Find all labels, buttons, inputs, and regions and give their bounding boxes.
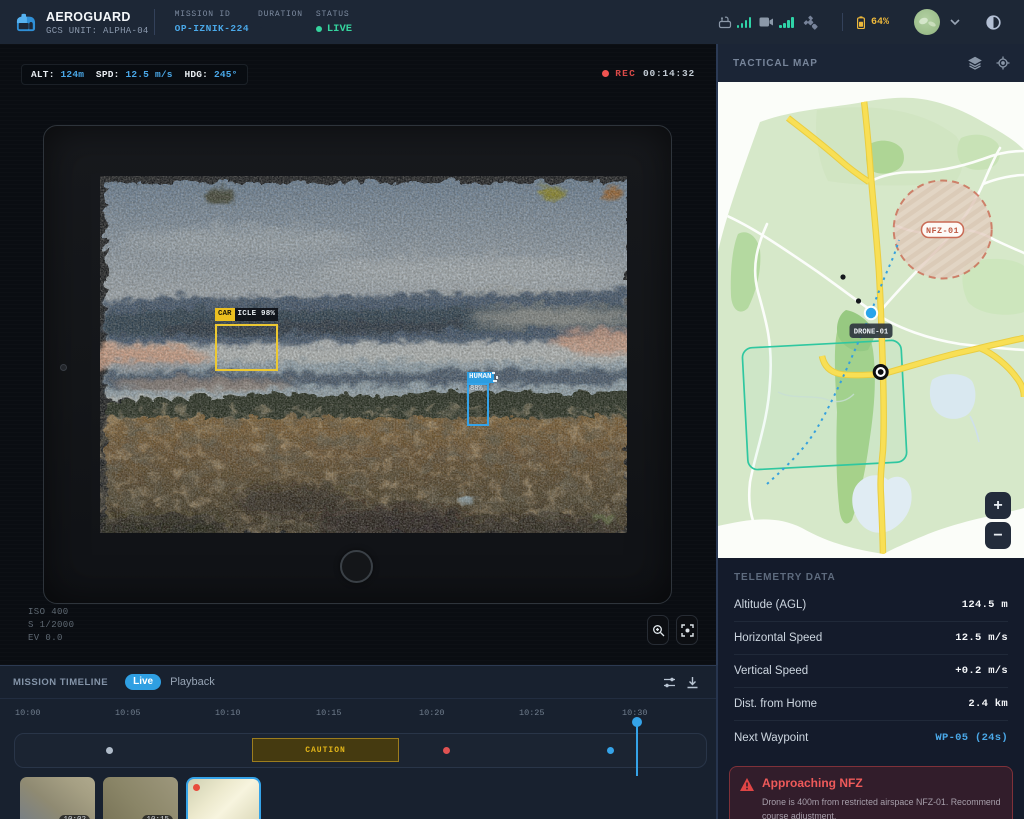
svg-text:DRONE-01: DRONE-01	[854, 329, 889, 337]
svg-text:NFZ-01: NFZ-01	[926, 226, 959, 236]
